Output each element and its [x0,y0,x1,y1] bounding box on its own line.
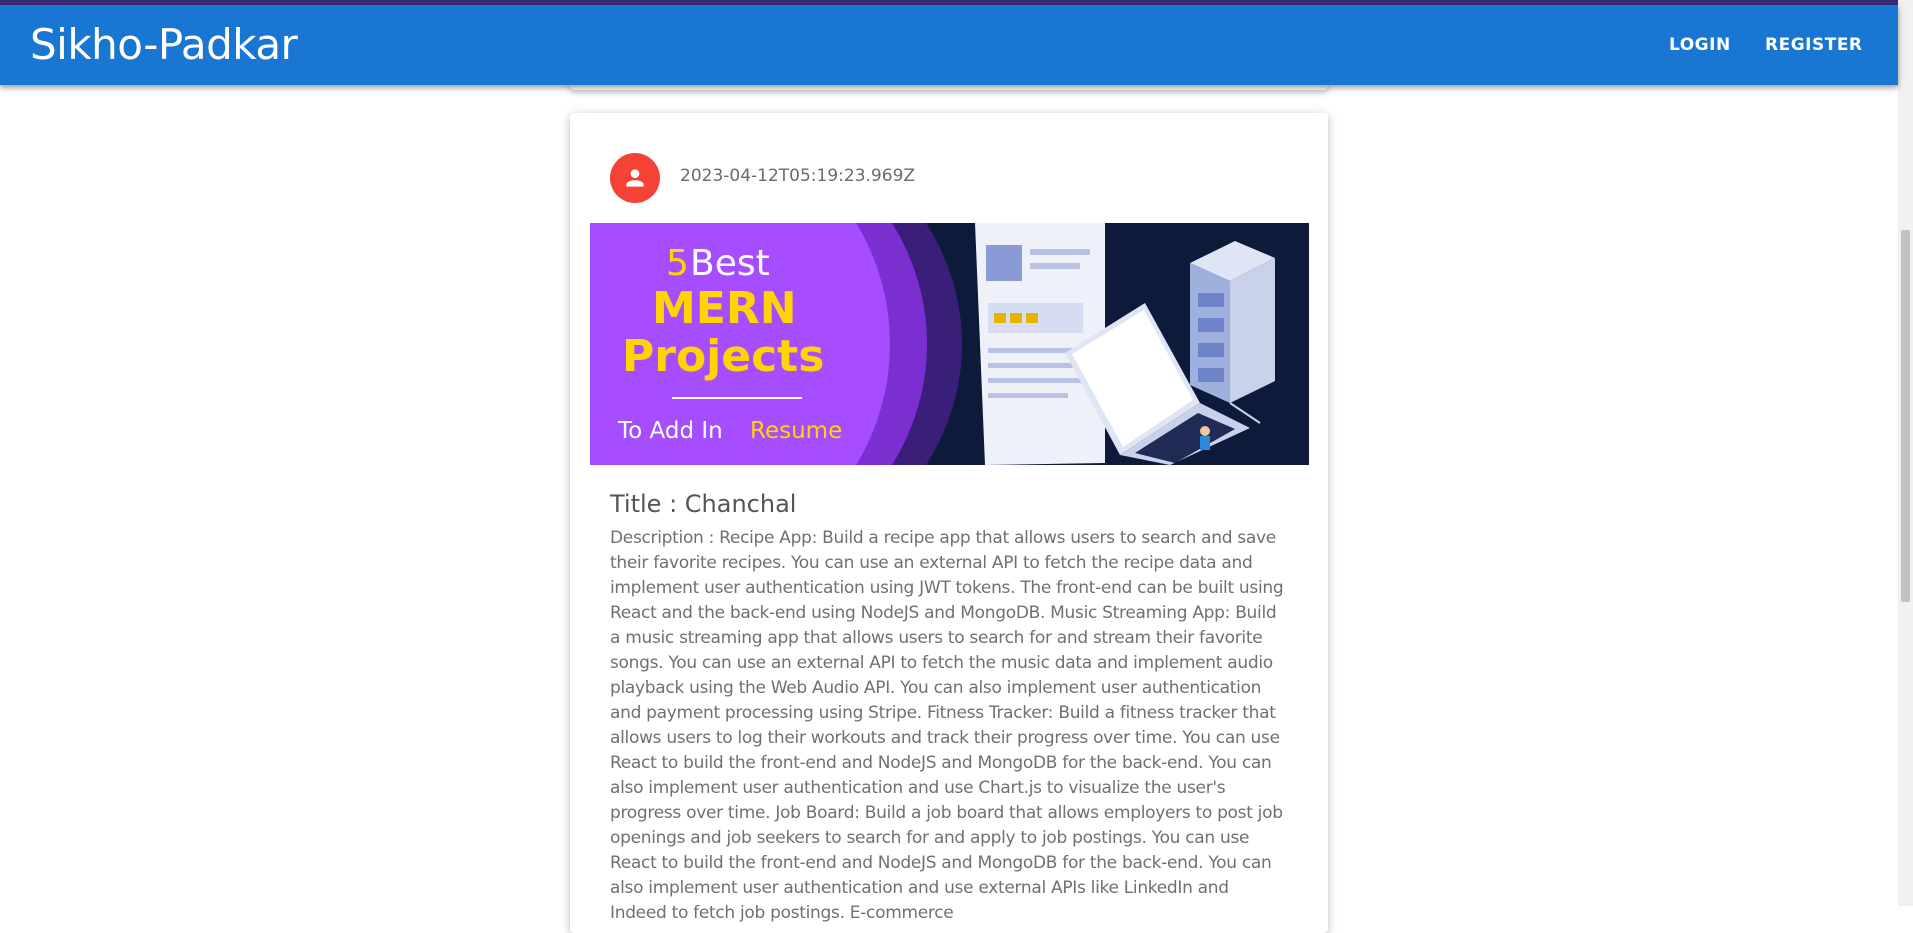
post-title: Title : Chanchal [610,490,797,518]
login-button[interactable]: LOGIN [1657,25,1743,65]
app-bar: Sikho-Padkar LOGIN REGISTER [0,5,1898,85]
avatar [610,153,660,203]
post-image: 5 Best MERN Projects To Add In Resume [590,223,1309,465]
image-number: 5 [666,243,689,284]
image-tagline-a: To Add In [617,418,723,444]
person-icon [626,169,644,187]
post-card: 2023-04-12T05:19:23.969Z 5 Best MERN Pro… [570,113,1328,933]
image-best: Best [690,243,770,284]
register-button[interactable]: REGISTER [1753,25,1875,65]
post-timestamp: 2023-04-12T05:19:23.969Z [680,166,916,186]
post-description: Description : Recipe App: Build a recipe… [610,528,1284,923]
image-projects: Projects [622,331,824,382]
scrollbar-thumb[interactable] [1901,230,1910,602]
image-tagline-b: Resume [750,418,842,444]
image-mern: MERN [652,283,797,334]
app-title[interactable]: Sikho-Padkar [30,20,298,70]
